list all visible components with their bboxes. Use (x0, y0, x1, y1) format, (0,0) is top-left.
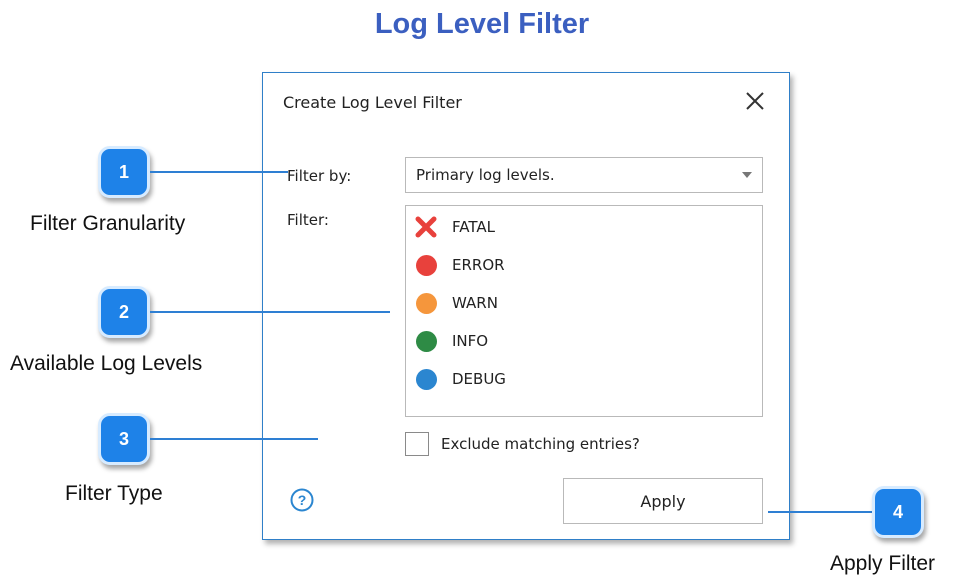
list-item-error[interactable]: ERROR (414, 248, 754, 282)
exclude-matching-row[interactable]: Exclude matching entries? (405, 431, 640, 457)
list-item-fatal[interactable]: FATAL (414, 210, 754, 244)
close-icon (746, 92, 764, 110)
dialog-title: Create Log Level Filter (283, 93, 462, 112)
exclude-matching-checkbox[interactable] (405, 432, 429, 456)
callout-label-4: Apply Filter (830, 552, 936, 575)
list-item-label: ERROR (452, 256, 505, 274)
filter-by-dropdown[interactable]: Primary log levels. (405, 157, 763, 193)
info-dot-icon (414, 329, 438, 353)
help-icon: ? (290, 488, 314, 512)
chevron-down-icon (742, 172, 752, 178)
callout-label-1: Filter Granularity (30, 212, 186, 235)
error-dot-icon (414, 253, 438, 277)
callout-label-2: Available Log Levels (10, 352, 203, 375)
svg-text:?: ? (298, 492, 307, 508)
page-title: Log Level Filter (374, 8, 590, 40)
list-item-info[interactable]: INFO (414, 324, 754, 358)
list-item-label: DEBUG (452, 370, 506, 388)
callout-label-3: Filter Type (65, 482, 163, 505)
list-item-label: WARN (452, 294, 498, 312)
debug-dot-icon (414, 367, 438, 391)
list-item-label: FATAL (452, 218, 495, 236)
apply-button[interactable]: Apply (563, 478, 763, 524)
filter-label: Filter: (287, 211, 329, 229)
callout-badge-4: 4 (872, 486, 924, 538)
filter-by-label: Filter by: (287, 167, 352, 185)
callout-line-3 (150, 438, 318, 440)
callout-badge-2: 2 (98, 286, 150, 338)
fatal-x-icon (414, 215, 438, 239)
callout-line-1 (150, 171, 288, 173)
list-item-warn[interactable]: WARN (414, 286, 754, 320)
exclude-matching-label: Exclude matching entries? (441, 435, 640, 453)
callout-line-2 (150, 311, 390, 313)
warn-dot-icon (414, 291, 438, 315)
list-item-label: INFO (452, 332, 489, 350)
callout-badge-3: 3 (98, 413, 150, 465)
close-button[interactable] (741, 87, 769, 115)
log-level-list[interactable]: FATAL ERROR WARN INFO DEBUG (405, 205, 763, 417)
callout-badge-1: 1 (98, 146, 150, 198)
list-item-debug[interactable]: DEBUG (414, 362, 754, 396)
callout-line-4 (768, 511, 872, 513)
filter-by-value: Primary log levels. (416, 166, 555, 184)
create-log-level-filter-dialog: Create Log Level Filter Filter by: Prima… (262, 72, 790, 540)
help-button[interactable]: ? (289, 487, 315, 513)
